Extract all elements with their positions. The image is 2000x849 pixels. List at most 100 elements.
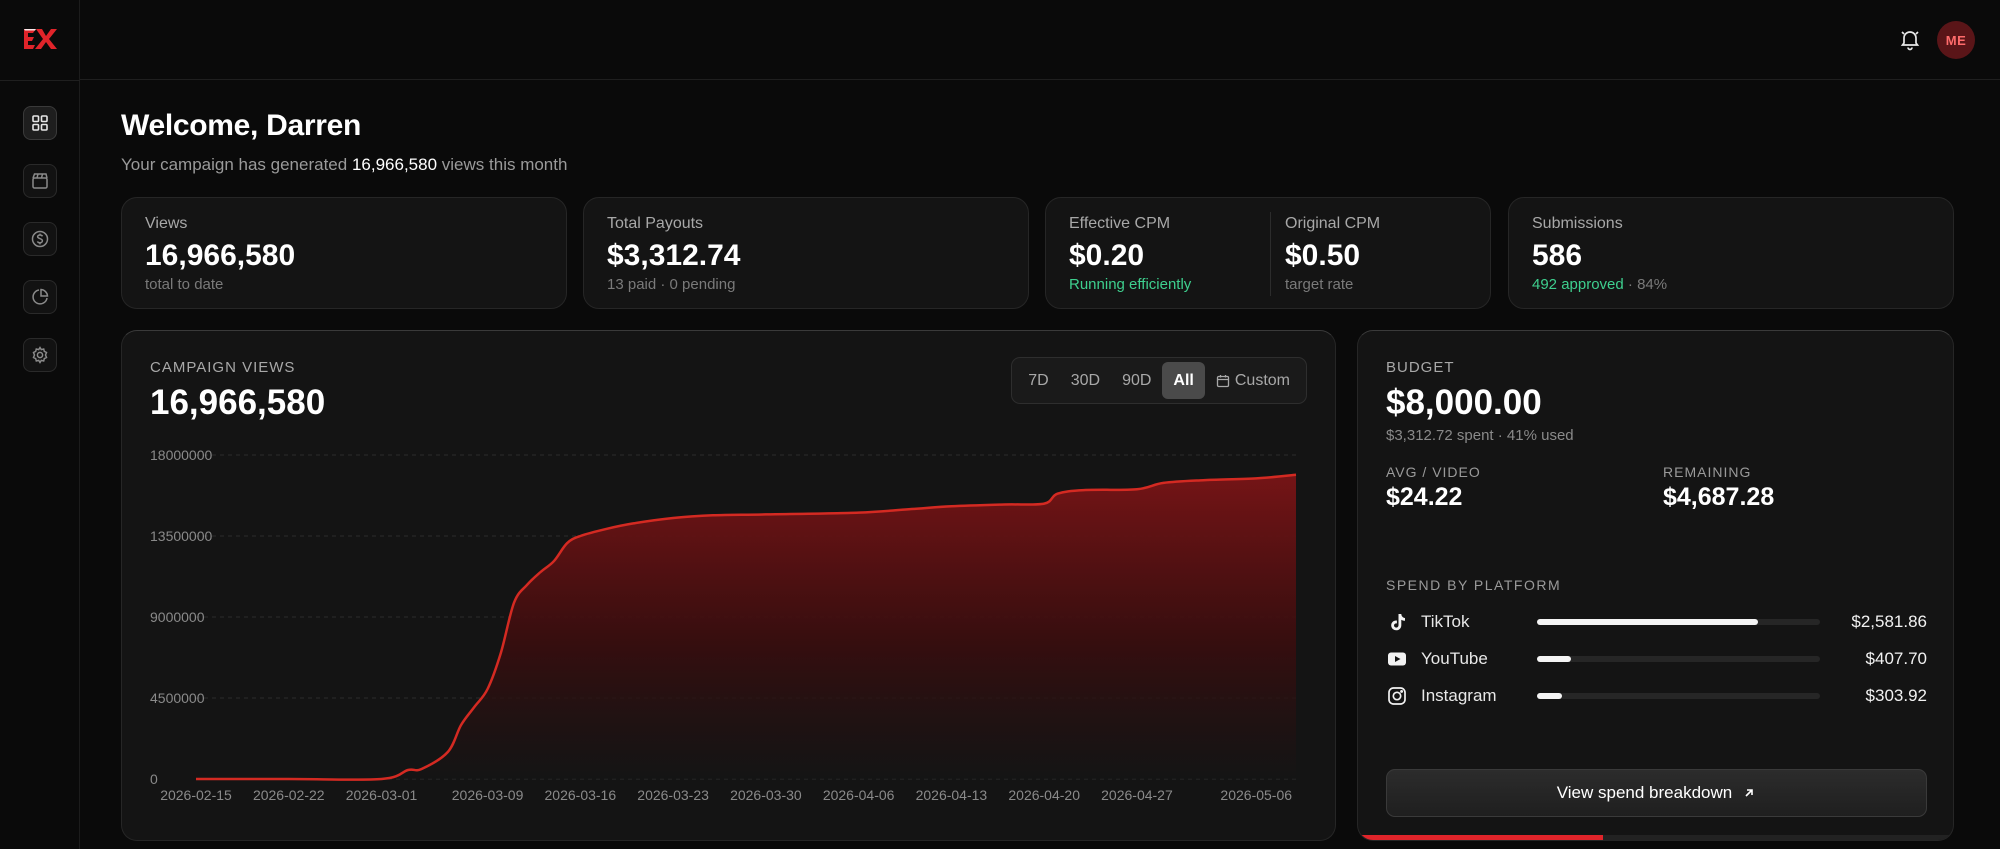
y-tick-label: 9000000	[150, 609, 205, 625]
stat-sub: Running efficiently	[1069, 276, 1192, 293]
stat-value: $3,312.74	[607, 239, 741, 272]
platform-name: TikTok	[1421, 612, 1470, 631]
platform-bar	[1537, 656, 1820, 662]
tiktok-icon	[1391, 614, 1405, 631]
x-tick-label: 2026-04-06	[823, 787, 895, 803]
sidebar-item-analytics[interactable]	[23, 280, 57, 314]
arrow-up-right-icon	[1745, 789, 1754, 797]
x-tick-label: 2026-02-22	[253, 787, 325, 803]
pie-chart-icon	[32, 288, 49, 305]
stat-sub: target rate	[1285, 276, 1354, 293]
avg-per-video-value: $24.22	[1386, 483, 1463, 511]
y-tick-label: 4500000	[150, 690, 205, 706]
x-tick-label: 2026-03-16	[545, 787, 617, 803]
dollar-circle-icon	[31, 230, 49, 248]
spend-by-platform-title: SPEND BY PLATFORM	[1386, 577, 1562, 593]
stat-card-payouts: Total Payouts $3,312.74 13 paid · 0 pend…	[583, 197, 1029, 309]
x-tick-label: 2026-05-06	[1220, 787, 1292, 803]
stat-value: 16,966,580	[145, 239, 296, 272]
y-tick-label: 18000000	[150, 447, 213, 463]
approved-percent: · 84%	[1627, 276, 1668, 293]
stat-value: $0.20	[1069, 239, 1145, 272]
sidebar-item-settings[interactable]	[23, 338, 57, 372]
platform-bar	[1537, 619, 1820, 625]
platform-amount: $2,581.86	[1851, 612, 1927, 631]
view-spend-breakdown-label: View spend breakdown	[1556, 783, 1733, 802]
x-tick-label: 2026-04-13	[916, 787, 988, 803]
campaign-views-card: 0 4500000 9000000 13500000 18000000 2026-02-1…	[121, 330, 1336, 841]
stat-label: Total Payouts	[607, 215, 704, 232]
platform-bar-fill	[1537, 693, 1563, 699]
range-7d-button[interactable]: 7D	[1017, 362, 1059, 399]
platform-amount: $303.92	[1865, 686, 1927, 705]
subtitle-views-value: 16,966,580	[351, 155, 438, 174]
stat-card-views: Views 16,966,580 total to date	[121, 197, 567, 309]
chart-total-value: 16,966,580	[150, 383, 326, 422]
x-tick-label: 2026-03-09	[452, 787, 524, 803]
y-tick-label: 13500000	[150, 528, 213, 544]
gear-icon	[32, 346, 48, 364]
platform-name: Instagram	[1421, 686, 1497, 705]
view-spend-breakdown-button[interactable]: View spend breakdown	[1386, 769, 1927, 817]
stat-value: 586	[1532, 239, 1583, 272]
platform-row-instagram: Instagram $303.92	[1386, 684, 1927, 708]
platform-name: YouTube	[1421, 649, 1488, 668]
remaining-value: $4,687.28	[1663, 483, 1775, 511]
range-all-button[interactable]: All	[1162, 362, 1205, 399]
platform-row-youtube: YouTube $407.70	[1386, 647, 1927, 671]
budget-used-fill	[1358, 835, 1603, 840]
range-30d-button[interactable]: 30D	[1060, 362, 1111, 399]
range-selector: 7D 30D 90D All Custom	[1011, 357, 1307, 404]
stat-label: Submissions	[1532, 215, 1623, 232]
logo-icon[interactable]	[22, 26, 58, 52]
series-area-fill	[196, 474, 1296, 780]
range-custom-label: Custom	[1234, 371, 1290, 389]
page-title: Welcome, Darren	[121, 109, 362, 142]
approved-count: 492 approved	[1532, 276, 1624, 293]
subtitle-suffix: views this month	[441, 155, 568, 174]
remaining-label: REMAINING	[1663, 464, 1752, 480]
sidebar-item-campaigns[interactable]	[23, 164, 57, 198]
stat-value: $0.50	[1285, 239, 1361, 272]
avatar[interactable]: ME	[1937, 21, 1975, 59]
subtitle-prefix: Your campaign has generated	[121, 155, 348, 174]
avg-per-video-label: AVG / VIDEO	[1386, 464, 1481, 480]
stat-sub: total to date	[145, 276, 224, 293]
stat-card-submissions: Submissions 586 492 approved · 84%	[1508, 197, 1954, 309]
stat-sub: 492 approved · 84%	[1532, 276, 1667, 293]
clapperboard-icon	[32, 173, 48, 189]
cpm-divider	[1270, 212, 1271, 296]
budget-spent-summary: $3,312.72 spent · 41% used	[1386, 427, 1574, 444]
x-tick-label: 2026-04-20	[1008, 787, 1080, 803]
x-tick-label: 2026-03-30	[730, 787, 802, 803]
range-90d-button[interactable]: 90D	[1111, 362, 1162, 399]
calendar-icon	[1216, 374, 1230, 387]
x-tick-label: 2026-03-01	[346, 787, 418, 803]
platform-amount: $407.70	[1865, 649, 1927, 668]
budget-title: BUDGET	[1386, 359, 1455, 376]
sidebar-item-dashboard[interactable]	[23, 106, 57, 140]
platform-bar-fill	[1537, 656, 1571, 662]
platform-bar-fill	[1537, 619, 1758, 625]
grid-icon	[32, 115, 48, 131]
chart-title: CAMPAIGN VIEWS	[150, 359, 296, 376]
platform-bar	[1537, 693, 1820, 699]
sidebar-item-payouts[interactable]	[23, 222, 57, 256]
y-tick-label: 0	[150, 771, 158, 787]
x-tick-label: 2026-02-15	[160, 787, 232, 803]
instagram-icon	[1388, 687, 1406, 705]
welcome-subtitle: Your campaign has generated 16,966,580 v…	[121, 155, 567, 175]
sidebar-divider	[0, 80, 80, 81]
youtube-icon	[1388, 652, 1406, 666]
stat-label: Effective CPM	[1069, 215, 1171, 232]
range-custom-button[interactable]: Custom	[1205, 362, 1301, 399]
budget-card: BUDGET $8,000.00 $3,312.72 spent · 41% u…	[1357, 330, 1954, 841]
bell-icon[interactable]	[1898, 27, 1922, 51]
platform-row-tiktok: TikTok $2,581.86	[1386, 610, 1927, 634]
stat-label: Views	[145, 215, 188, 232]
budget-used-bar	[1358, 835, 1953, 840]
x-tick-label: 2026-03-23	[637, 787, 709, 803]
budget-total: $8,000.00	[1386, 383, 1542, 422]
top-bar: ME	[80, 0, 2000, 80]
x-tick-label: 2026-04-27	[1101, 787, 1173, 803]
